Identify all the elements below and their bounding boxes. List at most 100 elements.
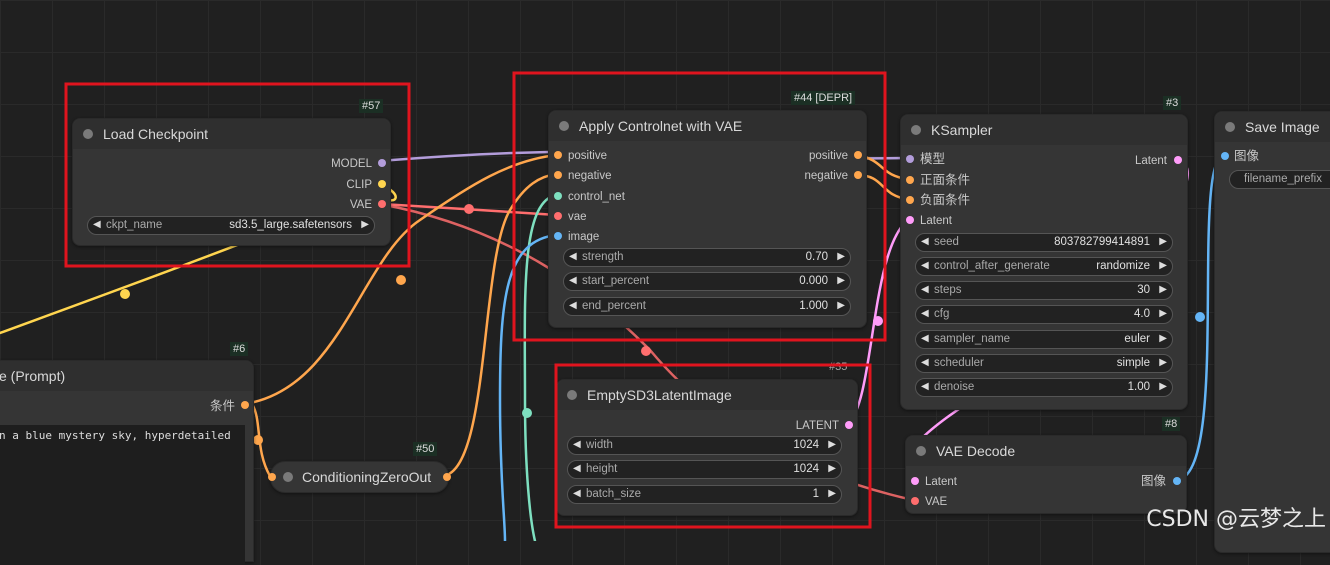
output-image-socket[interactable]: [1173, 477, 1181, 485]
scheduler-value: simple: [1116, 357, 1150, 369]
input-positive-socket[interactable]: [554, 151, 562, 159]
decrement-arrow-icon[interactable]: ◀: [569, 251, 577, 262]
control-after-generate-widget[interactable]: ◀ control_after_generate randomize ▶: [915, 257, 1173, 276]
increment-arrow-icon[interactable]: ▶: [828, 488, 836, 499]
increment-arrow-icon[interactable]: ▶: [837, 275, 845, 286]
increment-arrow-icon[interactable]: ▶: [1159, 308, 1167, 319]
vae-decode-title[interactable]: VAE Decode: [906, 436, 1186, 466]
save-image-title[interactable]: Save Image: [1215, 112, 1330, 142]
output-latent-socket[interactable]: [1174, 156, 1182, 164]
output-conditioning-socket[interactable]: [241, 401, 249, 409]
conditioning-zero-out-node[interactable]: ConditioningZeroOut: [268, 461, 451, 493]
decrement-arrow-icon[interactable]: ◀: [921, 381, 929, 392]
input-vae-socket[interactable]: [554, 212, 562, 220]
increment-arrow-icon[interactable]: ▶: [828, 439, 836, 450]
input-negative-socket[interactable]: [906, 196, 914, 204]
increment-arrow-icon[interactable]: ▶: [361, 219, 369, 230]
output-negative-socket[interactable]: [854, 171, 862, 179]
clip-text-title[interactable]: e (Prompt): [0, 361, 253, 391]
decrement-arrow-icon[interactable]: ◀: [921, 333, 929, 344]
collapse-dot-icon[interactable]: [1225, 122, 1235, 132]
ksampler-title-text: KSampler: [931, 122, 993, 138]
steps-label: steps: [934, 284, 962, 296]
load-checkpoint-node[interactable]: Load Checkpoint MODEL CLIP VAE ◀ ckpt_na…: [72, 118, 391, 246]
empty-latent-title[interactable]: EmptySD3LatentImage: [557, 380, 857, 410]
decrement-arrow-icon[interactable]: ◀: [921, 284, 929, 295]
increment-arrow-icon[interactable]: ▶: [1159, 381, 1167, 392]
collapse-dot-icon[interactable]: [83, 129, 93, 139]
cfg-widget[interactable]: ◀ cfg 4.0 ▶: [915, 305, 1173, 324]
width-widget[interactable]: ◀ width 1024 ▶: [567, 436, 842, 455]
start-percent-widget[interactable]: ◀ start_percent 0.000 ▶: [563, 272, 851, 291]
decrement-arrow-icon[interactable]: ◀: [921, 308, 929, 319]
apply-controlnet-node[interactable]: Apply Controlnet with VAE positive negat…: [548, 110, 867, 328]
save-image-node[interactable]: Save Image 图像 filename_prefix: [1214, 111, 1330, 553]
input-conditioning-socket[interactable]: [268, 473, 276, 481]
strength-value: 0.70: [805, 251, 828, 263]
input-control-net-socket[interactable]: [554, 192, 562, 200]
increment-arrow-icon[interactable]: ▶: [1159, 236, 1167, 247]
batch-size-widget[interactable]: ◀ batch_size 1 ▶: [567, 485, 842, 504]
input-vae-socket[interactable]: [911, 497, 919, 505]
decrement-arrow-icon[interactable]: ◀: [573, 439, 581, 450]
decrement-arrow-icon[interactable]: ◀: [921, 260, 929, 271]
output-conditioning-socket[interactable]: [443, 473, 451, 481]
input-model-socket[interactable]: [906, 155, 914, 163]
empty-latent-title-text: EmptySD3LatentImage: [587, 387, 732, 403]
load-checkpoint-title[interactable]: Load Checkpoint: [73, 119, 390, 149]
ksampler-node[interactable]: KSampler 模型 正面条件 负面条件 Latent Latent ◀ se…: [900, 114, 1188, 410]
end-percent-widget[interactable]: ◀ end_percent 1.000 ▶: [563, 297, 851, 316]
apply-controlnet-title[interactable]: Apply Controlnet with VAE: [549, 111, 866, 141]
output-positive-socket[interactable]: [854, 151, 862, 159]
increment-arrow-icon[interactable]: ▶: [1159, 260, 1167, 271]
decrement-arrow-icon[interactable]: ◀: [921, 236, 929, 247]
decrement-arrow-icon[interactable]: ◀: [573, 488, 581, 499]
denoise-widget[interactable]: ◀ denoise 1.00 ▶: [915, 378, 1173, 397]
cfg-label: cfg: [934, 308, 950, 320]
input-latent-socket[interactable]: [911, 477, 919, 485]
decrement-arrow-icon[interactable]: ◀: [569, 275, 577, 286]
vae-decode-node[interactable]: VAE Decode Latent VAE 图像: [905, 435, 1187, 514]
output-positive-label: positive: [809, 150, 848, 162]
increment-arrow-icon[interactable]: ▶: [1159, 333, 1167, 344]
output-vae-socket[interactable]: [378, 200, 386, 208]
increment-arrow-icon[interactable]: ▶: [837, 251, 845, 262]
collapse-dot-icon[interactable]: [283, 472, 293, 482]
sampler-name-widget[interactable]: ◀ sampler_name euler ▶: [915, 330, 1173, 349]
start-percent-label: start_percent: [582, 275, 650, 287]
cfg-value: 4.0: [1134, 308, 1150, 320]
collapse-dot-icon[interactable]: [911, 125, 921, 135]
increment-arrow-icon[interactable]: ▶: [828, 463, 836, 474]
collapse-dot-icon[interactable]: [916, 446, 926, 456]
decrement-arrow-icon[interactable]: ◀: [93, 219, 101, 230]
input-image-socket[interactable]: [1221, 152, 1229, 160]
collapse-dot-icon[interactable]: [567, 390, 577, 400]
decrement-arrow-icon[interactable]: ◀: [569, 300, 577, 311]
output-latent-socket[interactable]: [845, 421, 853, 429]
decrement-arrow-icon[interactable]: ◀: [573, 463, 581, 474]
input-image-socket[interactable]: [554, 232, 562, 240]
ksampler-title[interactable]: KSampler: [901, 115, 1187, 145]
ckpt-name-widget[interactable]: ◀ ckpt_name sd3.5_large.safetensors ▶: [87, 216, 375, 235]
strength-widget[interactable]: ◀ strength 0.70 ▶: [563, 248, 851, 267]
steps-widget[interactable]: ◀ steps 30 ▶: [915, 281, 1173, 300]
empty-sd3-latent-node[interactable]: EmptySD3LatentImage LATENT ◀ width 1024 …: [556, 379, 858, 516]
filename-prefix-widget[interactable]: filename_prefix: [1229, 170, 1330, 189]
increment-arrow-icon[interactable]: ▶: [1159, 284, 1167, 295]
output-negative-label: negative: [804, 170, 848, 182]
input-negative-socket[interactable]: [554, 171, 562, 179]
input-latent-socket[interactable]: [906, 216, 914, 224]
input-negative-label: negative: [568, 170, 612, 182]
output-model-socket[interactable]: [378, 159, 386, 167]
prompt-textarea[interactable]: n a blue mystery sky, hyperdetailed: [0, 425, 245, 565]
increment-arrow-icon[interactable]: ▶: [837, 300, 845, 311]
decrement-arrow-icon[interactable]: ◀: [921, 357, 929, 368]
height-widget[interactable]: ◀ height 1024 ▶: [567, 460, 842, 479]
output-clip-socket[interactable]: [378, 180, 386, 188]
scheduler-widget[interactable]: ◀ scheduler simple ▶: [915, 354, 1173, 373]
increment-arrow-icon[interactable]: ▶: [1159, 357, 1167, 368]
clip-text-encode-node[interactable]: e (Prompt) 条件 n a blue mystery sky, hype…: [0, 360, 254, 565]
collapse-dot-icon[interactable]: [559, 121, 569, 131]
input-positive-socket[interactable]: [906, 176, 914, 184]
seed-widget[interactable]: ◀ seed 803782799414891 ▶: [915, 233, 1173, 252]
